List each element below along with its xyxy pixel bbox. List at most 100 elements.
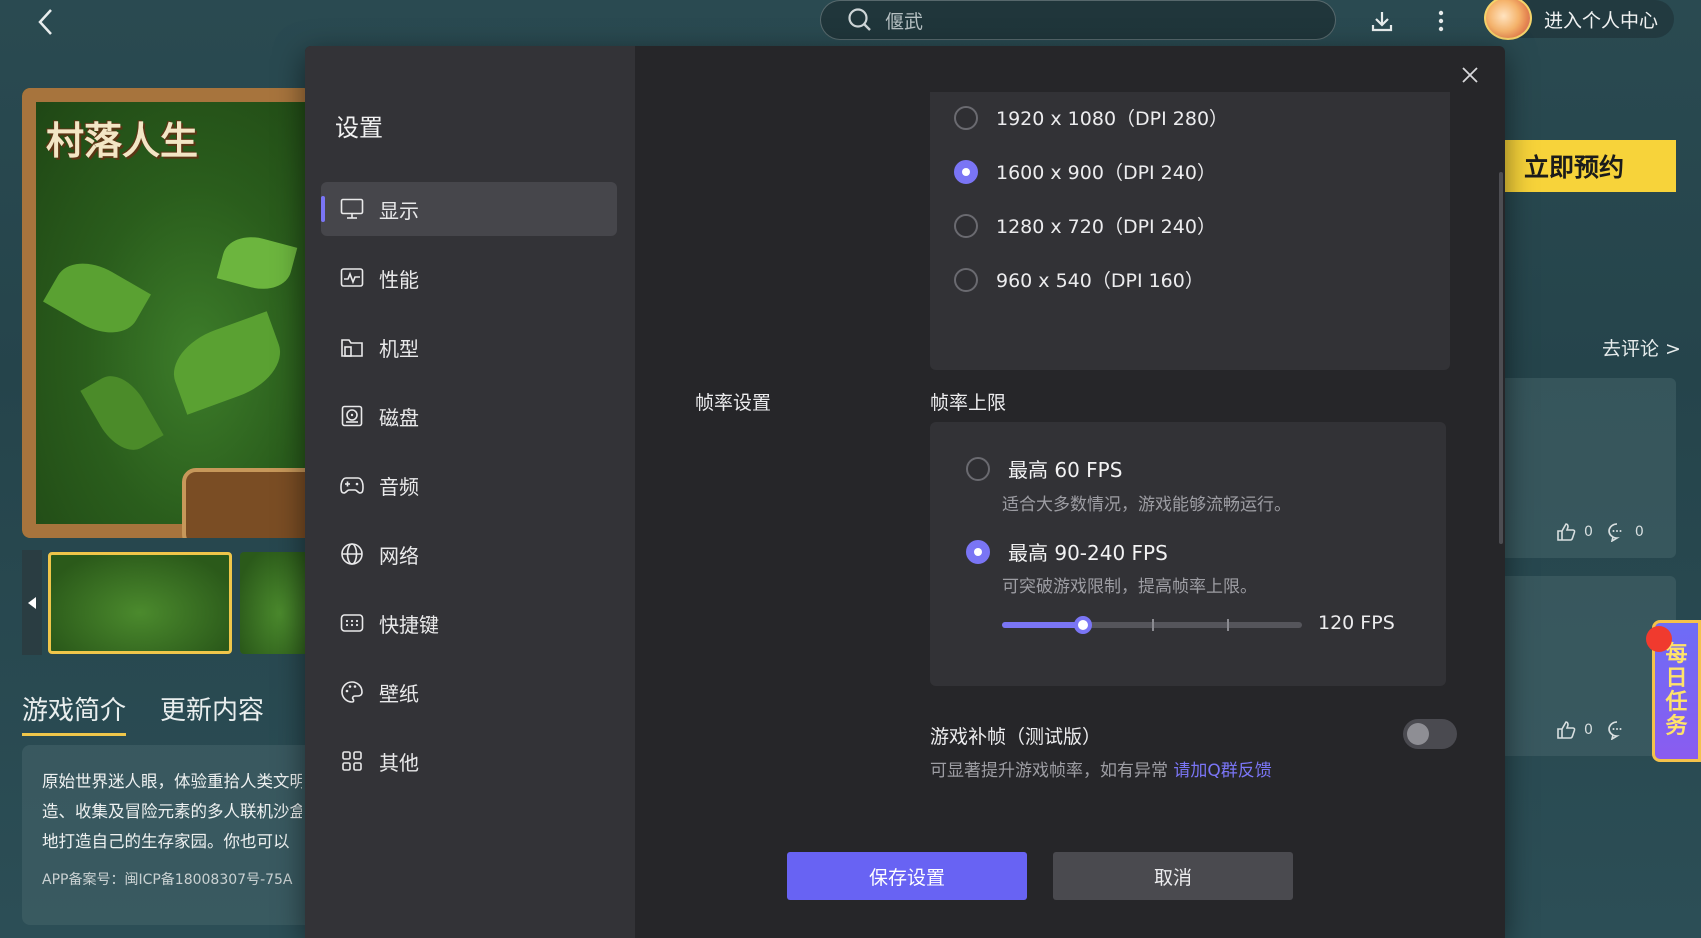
- globe-icon: [339, 541, 365, 567]
- intro-text-line: 原始世界迷人眼，体验重拾人类文明: [42, 772, 302, 791]
- avatar: [1484, 0, 1532, 40]
- resolution-label: 960 x 540（DPI 160）: [996, 270, 1204, 292]
- sidebar-item-audio[interactable]: 音频: [321, 458, 617, 512]
- screenshot-carousel: [22, 550, 320, 655]
- radio-button[interactable]: [954, 105, 978, 130]
- fps-option-90-240[interactable]: 最高 90-240 FPS: [966, 537, 1168, 566]
- caret-left-icon: [28, 596, 36, 609]
- radio-button[interactable]: [954, 267, 978, 292]
- go-review-link[interactable]: 去评论 >: [1602, 334, 1681, 361]
- like-button[interactable]: 0: [1556, 720, 1593, 740]
- user-center-button[interactable]: 进入个人中心: [1484, 0, 1674, 40]
- sidebar-item-label: 磁盘: [379, 405, 419, 430]
- resolution-label: 1600 x 900（DPI 240）: [996, 162, 1216, 184]
- comment-card: 0 0: [1500, 378, 1676, 558]
- resolution-options: 1920 x 1080（DPI 280） 1600 x 900（DPI 240）…: [930, 92, 1450, 370]
- comment-button[interactable]: 0: [1607, 522, 1644, 542]
- save-button[interactable]: 保存设置: [787, 852, 1027, 900]
- like-count: 0: [1584, 722, 1593, 738]
- thumbs-up-icon: [1557, 721, 1576, 739]
- interpolation-desc: 可显著提升游戏帧率，如有异常 请加Q群反馈: [930, 756, 1272, 781]
- daily-task-char: 日: [1665, 666, 1688, 691]
- device-model-icon: [339, 334, 365, 360]
- more-menu-button[interactable]: [1425, 5, 1457, 37]
- sidebar-item-label: 壁纸: [379, 681, 419, 706]
- interpolation-toggle[interactable]: [1403, 719, 1457, 749]
- gamepad-icon: [339, 472, 365, 498]
- keyboard-icon: [339, 610, 365, 636]
- comment-icon: [1608, 721, 1622, 740]
- radio-button-selected[interactable]: [954, 159, 978, 184]
- chevron-left-icon: [38, 9, 52, 35]
- settings-content: 1920 x 1080（DPI 280） 1600 x 900（DPI 240）…: [635, 46, 1505, 938]
- framerate-section-label: 帧率设置: [695, 392, 772, 414]
- sidebar-item-label: 网络: [379, 543, 419, 568]
- back-button[interactable]: [26, 4, 66, 40]
- resolution-label: 1920 x 1080（DPI 280）: [996, 108, 1229, 130]
- comment-card: 0: [1500, 576, 1676, 756]
- fps-slider-value: 120 FPS: [1318, 612, 1395, 634]
- sidebar-item-label: 显示: [379, 198, 419, 223]
- tab-intro[interactable]: 游戏简介: [22, 690, 127, 736]
- search-input[interactable]: 偃武: [820, 0, 1336, 40]
- sidebar-item-performance[interactable]: 性能: [321, 251, 617, 305]
- resolution-option[interactable]: 1920 x 1080（DPI 280）: [954, 104, 1228, 131]
- icp-record: APP备案号：闽ICP备18008307号-75A: [42, 872, 293, 888]
- fps-slider[interactable]: [1002, 616, 1302, 634]
- grid-icon: [339, 748, 365, 774]
- reserve-button[interactable]: 立即预约: [1500, 140, 1676, 192]
- slider-handle[interactable]: [1074, 616, 1092, 634]
- tab-updates[interactable]: 更新内容: [160, 690, 264, 736]
- slider-fill: [1002, 622, 1083, 628]
- radio-button[interactable]: [954, 213, 978, 238]
- resolution-option[interactable]: 960 x 540（DPI 160）: [954, 266, 1204, 293]
- sidebar-item-label: 音频: [379, 474, 419, 499]
- performance-icon: [339, 265, 365, 291]
- sidebar-item-network[interactable]: 网络: [321, 527, 617, 581]
- fps-option-title: 最高 90-240 FPS: [1008, 541, 1168, 565]
- sidebar-item-label: 快捷键: [379, 612, 439, 637]
- radio-button[interactable]: [966, 456, 990, 481]
- slider-tick: [1152, 619, 1154, 631]
- intro-text-line: 造、收集及冒险元素的多人联机沙盒: [42, 802, 302, 821]
- interpolation-title: 游戏补帧（测试版）: [930, 726, 1102, 748]
- sidebar-item-disk[interactable]: 磁盘: [321, 389, 617, 443]
- like-count: 0: [1584, 524, 1593, 540]
- carousel-thumbnail[interactable]: [48, 552, 232, 654]
- disk-icon: [339, 403, 365, 429]
- cancel-button[interactable]: 取消: [1053, 852, 1293, 900]
- carousel-prev-button[interactable]: [22, 550, 42, 655]
- settings-title: 设置: [335, 114, 383, 142]
- sidebar-item-other[interactable]: 其他: [321, 734, 617, 788]
- radio-button-selected[interactable]: [966, 539, 990, 564]
- download-button[interactable]: [1366, 5, 1398, 37]
- game-info-tabs: 游戏简介 更新内容: [22, 690, 264, 736]
- comment-button[interactable]: [1607, 720, 1627, 740]
- sidebar-item-shortcuts[interactable]: 快捷键: [321, 596, 617, 650]
- fps-option-60[interactable]: 最高 60 FPS: [966, 454, 1122, 483]
- monitor-icon: [339, 196, 365, 222]
- user-center-label: 进入个人中心: [1544, 9, 1659, 32]
- sidebar-item-wallpaper[interactable]: 壁纸: [321, 665, 617, 719]
- resolution-option[interactable]: 1280 x 720（DPI 240）: [954, 212, 1216, 239]
- sidebar-item-label: 其他: [379, 750, 419, 775]
- comment-icon: [1608, 523, 1622, 542]
- fps-option-desc: 可突破游戏限制，提高帧率上限。: [1002, 577, 1257, 597]
- game-cover-image: 村落人生: [22, 88, 312, 538]
- sidebar-item-display[interactable]: 显示: [321, 182, 617, 236]
- like-button[interactable]: 0: [1556, 522, 1593, 542]
- comment-count: 0: [1634, 524, 1644, 540]
- daily-task-char: 任: [1665, 690, 1688, 715]
- close-button[interactable]: [1455, 60, 1485, 90]
- sidebar-item-device-model[interactable]: 机型: [321, 320, 617, 374]
- framerate-limit-label: 帧率上限: [930, 392, 1007, 414]
- scrollbar[interactable]: [1499, 172, 1503, 544]
- search-placeholder: 偃武: [885, 10, 924, 33]
- feedback-link[interactable]: 请加Q群反馈: [1173, 761, 1271, 781]
- resolution-label: 1280 x 720（DPI 240）: [996, 216, 1216, 238]
- interpolation-desc-text: 可显著提升游戏帧率，如有异常: [930, 761, 1168, 781]
- framerate-options: 最高 60 FPS 适合大多数情况，游戏能够流畅运行。 最高 90-240 FP…: [930, 422, 1446, 686]
- palette-icon: [339, 679, 365, 705]
- resolution-option[interactable]: 1600 x 900（DPI 240）: [954, 158, 1216, 185]
- intro-card: 原始世界迷人眼，体验重拾人类文明 造、收集及冒险元素的多人联机沙盒 地打造自己的…: [22, 745, 322, 925]
